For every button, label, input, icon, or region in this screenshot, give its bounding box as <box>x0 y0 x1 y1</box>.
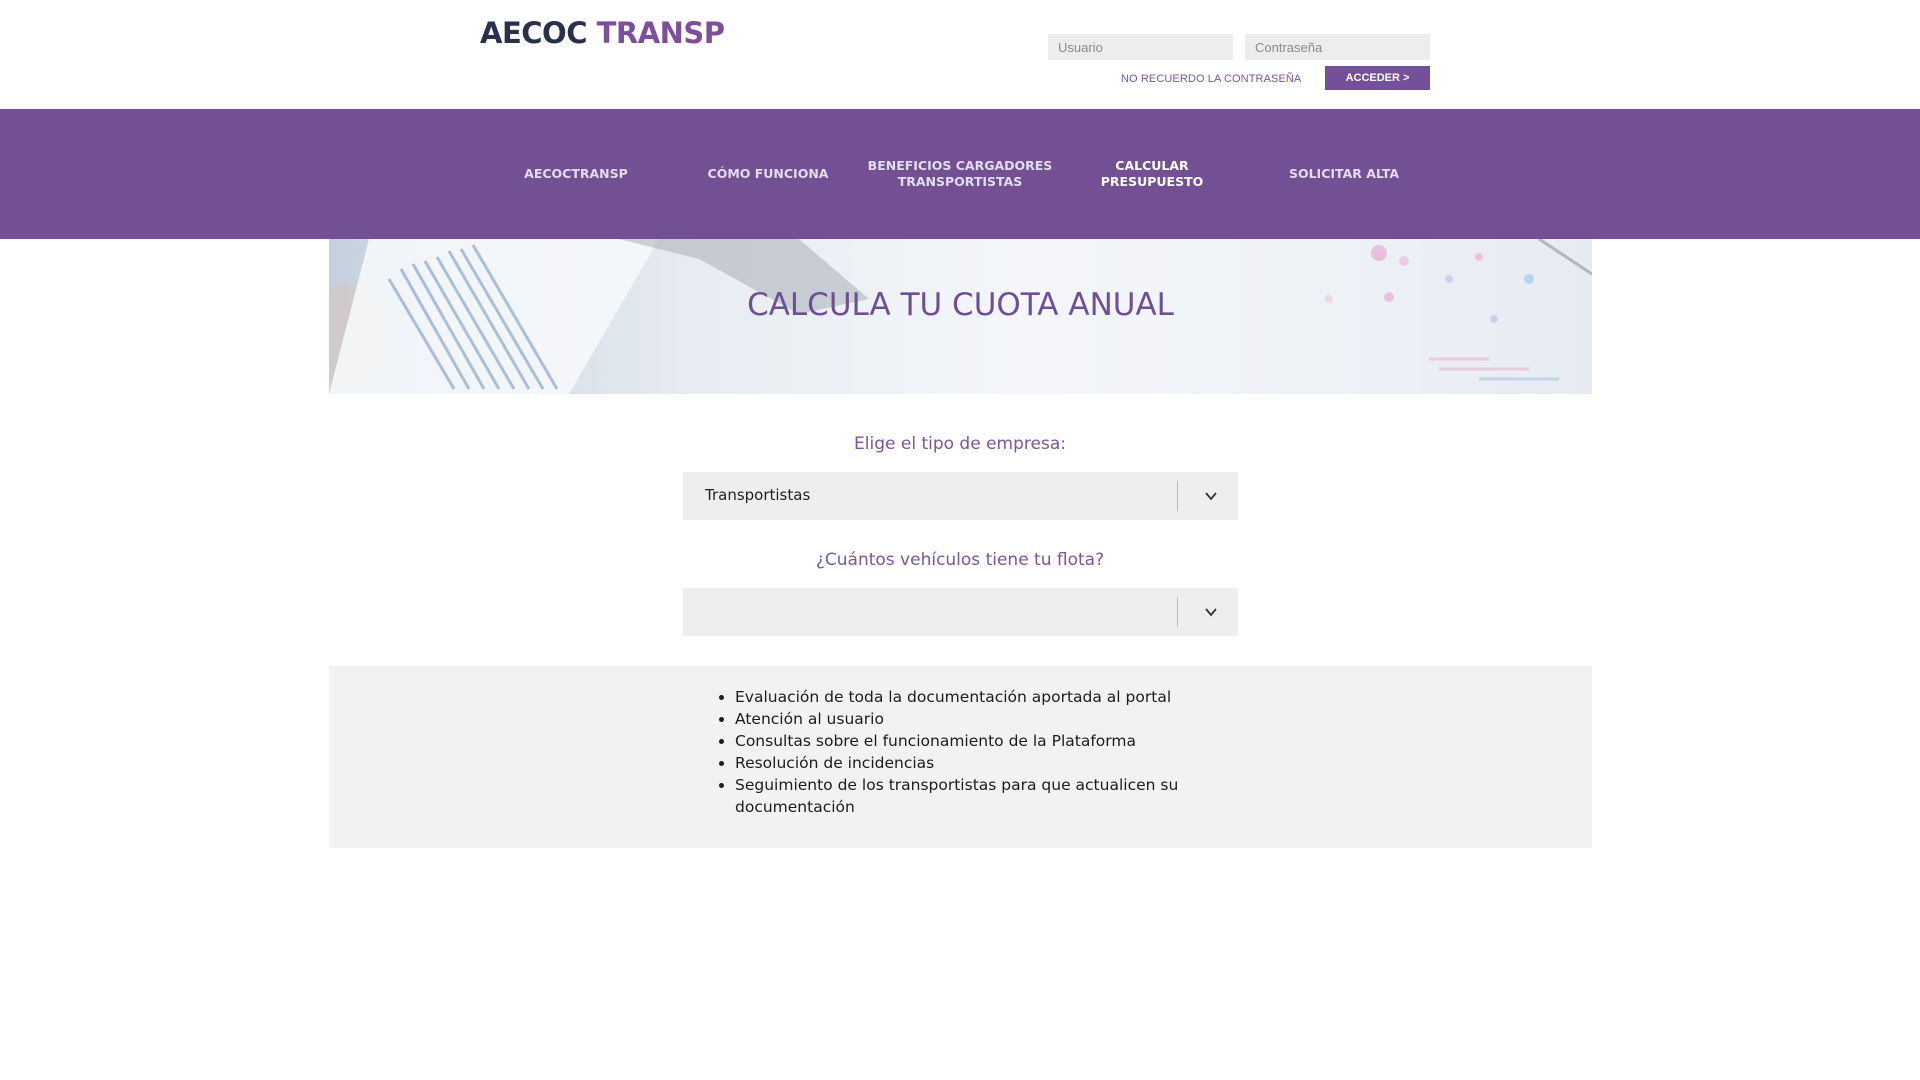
site-header: AECOC TRANSP NO RECUERDO LA CONTRASEÑA A… <box>0 0 1920 109</box>
company-type-label: Elige el tipo de empresa: <box>854 434 1066 454</box>
hero-banner: CALCULA TU CUOTA ANUAL <box>329 239 1592 394</box>
nav-item-beneficios[interactable]: BENEFICIOS CARGADORES TRANSPORTISTAS <box>864 109 1056 239</box>
nav-item-label: SOLICITAR ALTA <box>1288 166 1400 181</box>
chevron-down-icon <box>1205 492 1217 501</box>
service-info-box: Evaluación de toda la documentación apor… <box>329 666 1592 848</box>
company-type-select[interactable]: Transportistas <box>683 472 1238 520</box>
list-item: Atención al usuario <box>735 708 1195 730</box>
nav-item-calcular-presupuesto[interactable]: CALCULAR PRESUPUESTO <box>1056 109 1248 239</box>
nav-item-como-funciona[interactable]: CÓMO FUNCIONA <box>672 109 864 239</box>
nav-item-label: CALCULAR PRESUPUESTO <box>1100 158 1204 189</box>
page-title: CALCULA TU CUOTA ANUAL <box>747 287 1174 323</box>
nav-item-label: BENEFICIOS CARGADORES TRANSPORTISTAS <box>867 158 1053 189</box>
fleet-size-select[interactable] <box>683 588 1238 636</box>
company-type-selected-value: Transportistas <box>705 486 811 504</box>
nav-item-solicitar-alta[interactable]: SOLICITAR ALTA <box>1248 109 1440 239</box>
aecoc-transp-logo[interactable]: AECOC TRANSP <box>480 18 725 48</box>
access-button[interactable]: ACCEDER > <box>1325 66 1430 90</box>
list-item: Evaluación de toda la documentación apor… <box>735 686 1195 708</box>
fleet-size-label: ¿Cuántos vehículos tiene tu flota? <box>815 550 1105 570</box>
logo-text-transp: TRANSP <box>596 16 725 50</box>
select-divider <box>1177 481 1178 511</box>
forgot-password-link[interactable]: NO RECUERDO LA CONTRASEÑA <box>1121 73 1301 85</box>
list-item: Consultas sobre el funcionamiento de la … <box>735 730 1195 752</box>
main-nav: AECOCTRANSP CÓMO FUNCIONA BENEFICIOS CAR… <box>0 109 1920 239</box>
list-item: Seguimiento de los transportistas para q… <box>735 774 1195 818</box>
nav-item-label: AECOCTRANSP <box>524 166 628 181</box>
service-list: Evaluación de toda la documentación apor… <box>735 686 1195 818</box>
logo-text-aecoc: AECOC <box>480 16 587 50</box>
password-input[interactable] <box>1245 34 1430 60</box>
chevron-down-icon <box>1205 608 1217 617</box>
select-divider <box>1177 597 1178 627</box>
nav-item-aecoctransp[interactable]: AECOCTRANSP <box>480 109 672 239</box>
list-item: Resolución de incidencias <box>735 752 1195 774</box>
nav-item-label: CÓMO FUNCIONA <box>707 166 829 181</box>
username-input[interactable] <box>1048 34 1233 60</box>
